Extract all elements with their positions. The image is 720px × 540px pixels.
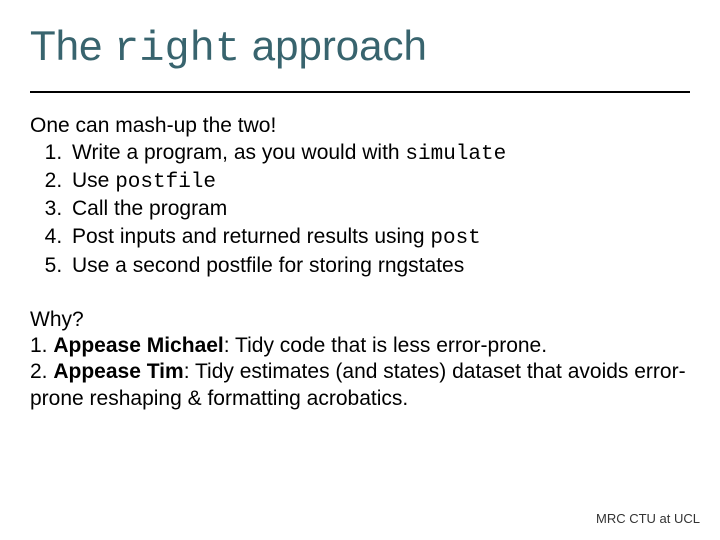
title-suffix: approach [240,22,427,69]
step-code: simulate [405,143,506,166]
step-code: postfile [115,171,216,194]
list-item: Post inputs and returned results using p… [68,224,690,252]
step-pre: Use [72,169,115,192]
step-code: post [430,227,480,250]
list-item: Use a second postfile for storing rngsta… [68,253,690,281]
step-pre: Write a program, as you would with [72,141,405,164]
intro-text: One can mash-up the two! [30,113,690,139]
why-heading: Why? [30,307,690,333]
step-pre: Use a second postfile for storing rngsta… [72,254,464,277]
list-item: Call the program [68,196,690,224]
step-pre: Call the program [72,197,227,220]
list-item: Write a program, as you would with simul… [68,140,690,168]
footer-label: MRC CTU at UCL [596,511,700,526]
reason-num: 2. [30,360,53,383]
title-prefix: The [30,22,114,69]
slide-body: One can mash-up the two! Write a program… [0,93,720,412]
step-pre: Post inputs and returned results using [72,225,430,248]
slide-title: The right approach [30,22,690,73]
title-mono: right [114,25,240,73]
list-item: Use postfile [68,168,690,196]
reason-bold: Appease Tim [53,360,183,383]
why-reason: 1. Appease Michael: Tidy code that is le… [30,333,690,359]
title-block: The right approach [0,0,720,77]
reason-rest: : Tidy code that is less error-prone. [224,334,547,357]
reason-bold: Appease Michael [53,334,223,357]
steps-list: Write a program, as you would with simul… [30,140,690,281]
why-block: Why? 1. Appease Michael: Tidy code that … [30,307,690,412]
why-reason: 2. Appease Tim: Tidy estimates (and stat… [30,359,690,412]
slide: The right approach One can mash-up the t… [0,0,720,540]
reason-num: 1. [30,334,53,357]
